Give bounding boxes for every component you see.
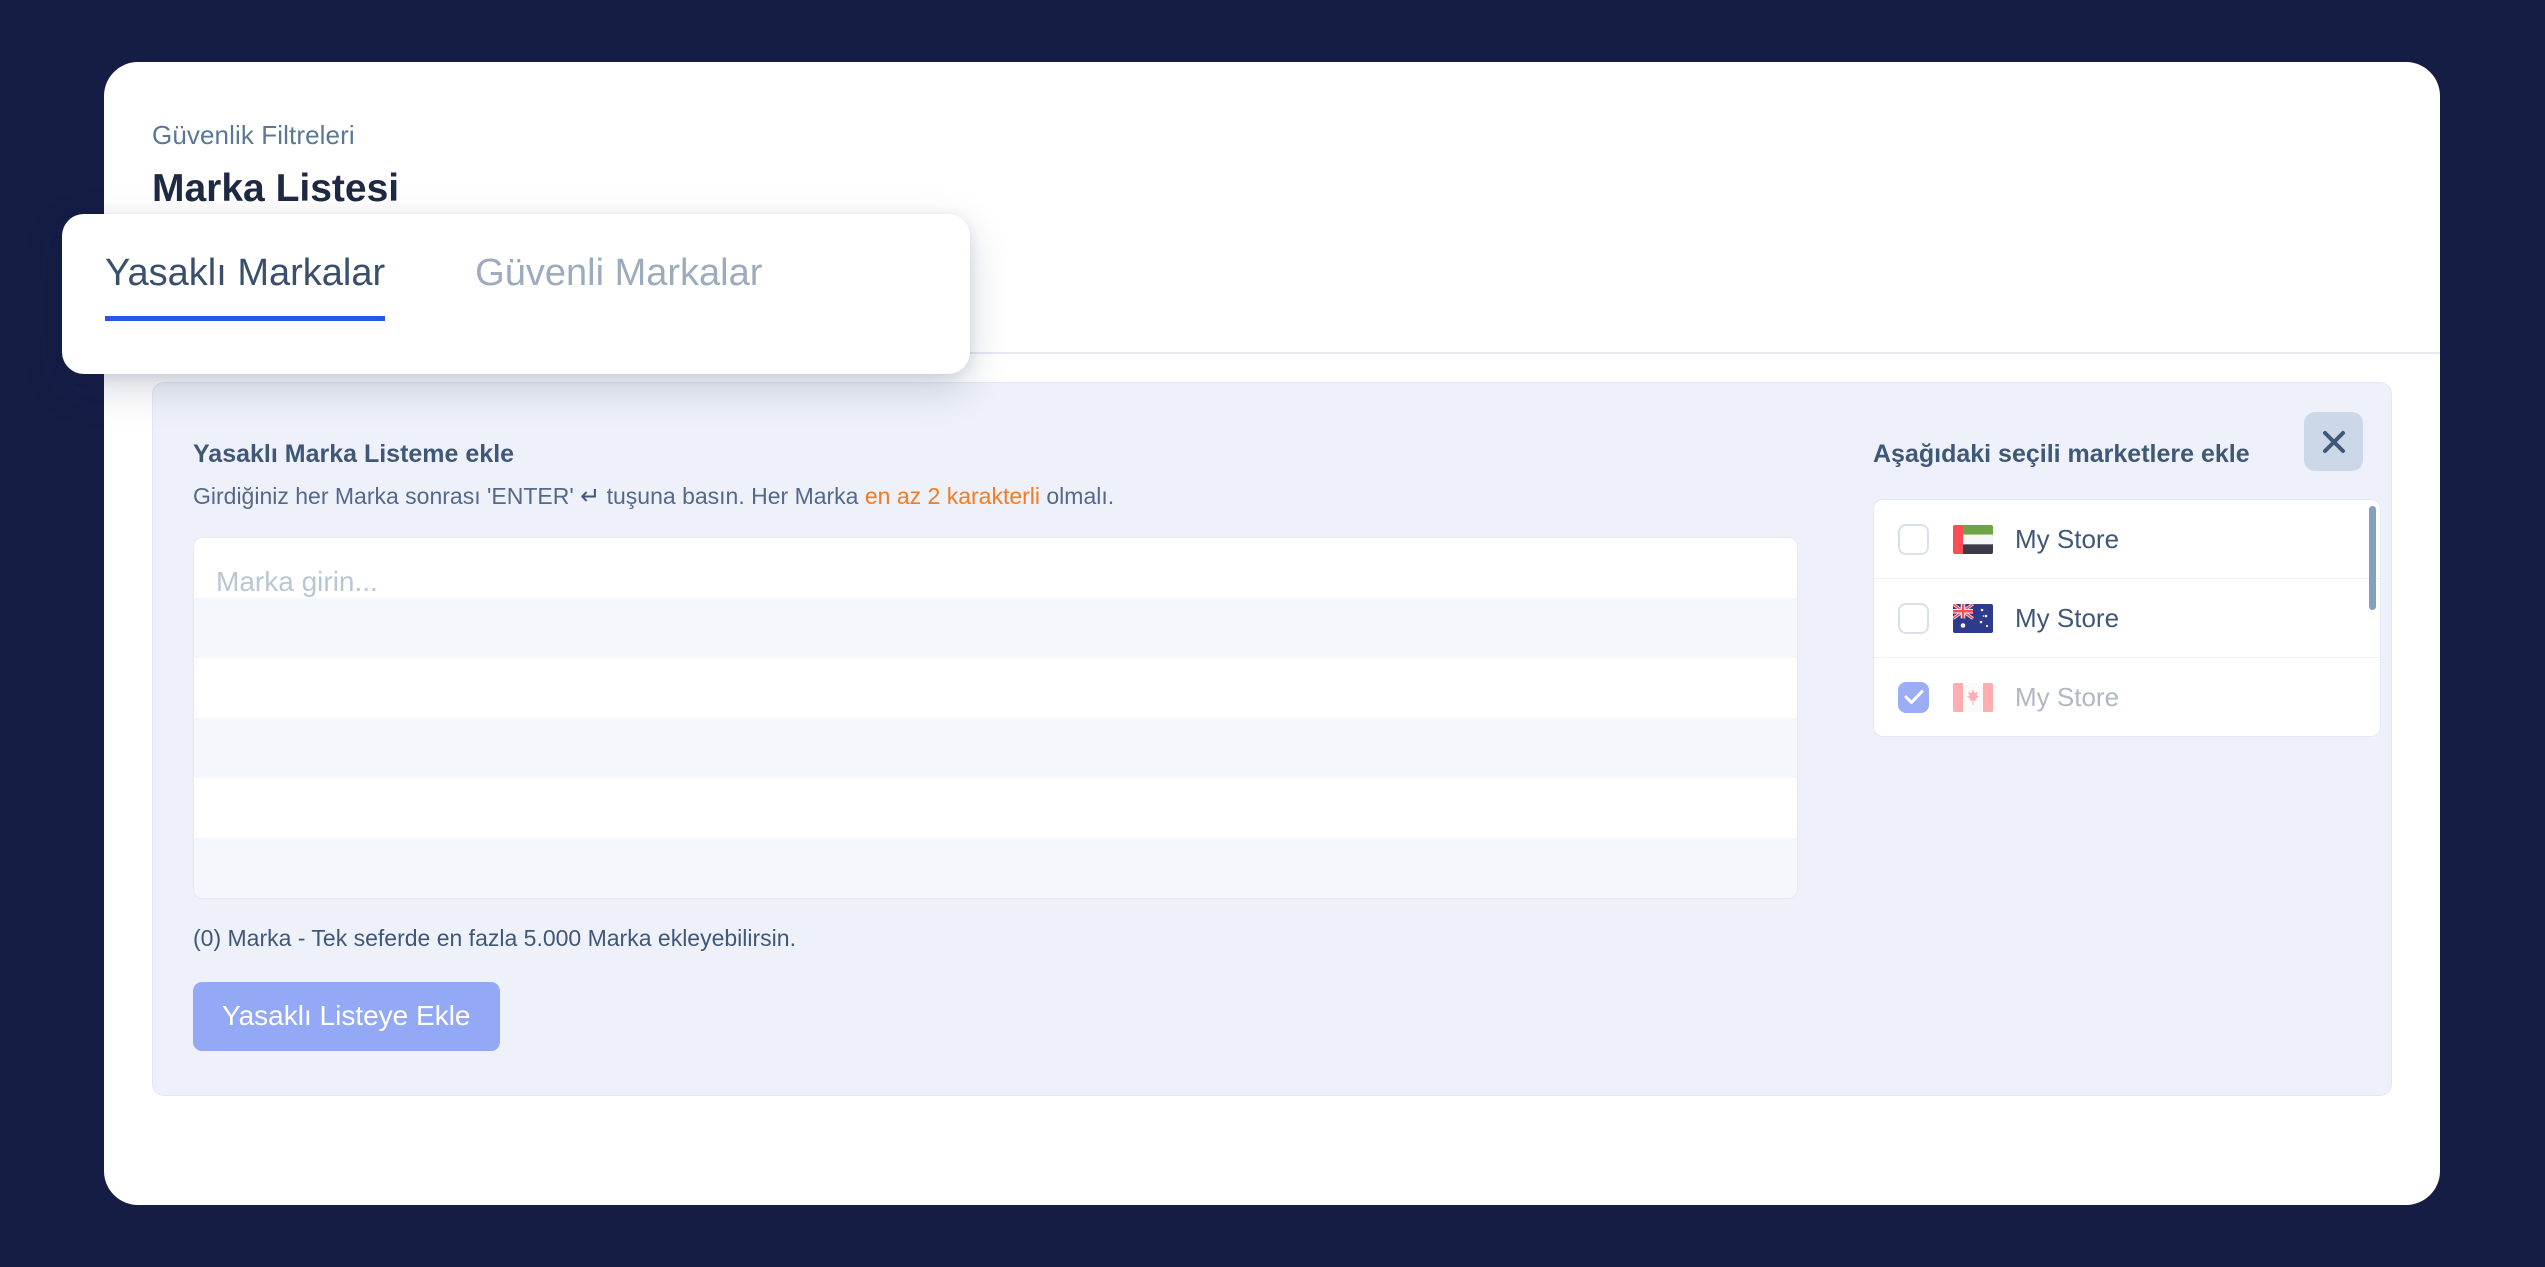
desc-middle: tuşuna basın. Her Marka (606, 483, 859, 509)
tab-list: Yasaklı Markalar Güvenli Markalar (62, 214, 762, 321)
close-button[interactable] (2304, 412, 2363, 471)
store-name: My Store (2015, 523, 2120, 554)
stores-column: Aşağıdaki seçili marketlere ekle My Stor… (1823, 439, 2381, 1095)
store-checkbox[interactable] (1898, 681, 1929, 713)
panel-body: Yasaklı Marka Listeme ekle Girdiğiniz he… (153, 383, 2391, 1095)
flag-icon-au (1953, 603, 1993, 633)
store-list-item[interactable]: My Store (1874, 658, 2380, 736)
page-title: Marka Listesi (152, 167, 400, 211)
section-title: Yasaklı Marka Listeme ekle (193, 440, 515, 468)
tab-yasakli-markalar[interactable]: Yasaklı Markalar (105, 252, 386, 321)
store-list-scrollbar-thumb[interactable] (2369, 506, 2376, 610)
store-list[interactable]: My Store My Store My Store (1873, 499, 2381, 737)
enter-key-icon: ↵ (580, 483, 601, 510)
tab-card: Yasaklı Markalar Güvenli Markalar (62, 214, 970, 374)
store-checkbox[interactable] (1898, 523, 1929, 555)
store-checkbox[interactable] (1898, 602, 1929, 634)
brand-counter-text: (0) Marka - Tek seferde en fazla 5.000 M… (193, 925, 796, 952)
section-description: Girdiğiniz her Marka sonrası 'ENTER' ↵ t… (193, 481, 1823, 512)
brand-entry-column: Yasaklı Marka Listeme ekle Girdiğiniz he… (193, 439, 1823, 1095)
store-name: My Store (2015, 602, 2120, 633)
flag-icon-ca (1953, 682, 1993, 712)
store-name: My Store (2015, 681, 2120, 712)
desc-before: Girdiğiniz her Marka sonrası 'ENTER' (193, 483, 574, 509)
store-list-item[interactable]: My Store (1874, 579, 2380, 658)
store-list-scrollbar-track[interactable] (2369, 503, 2378, 735)
store-list-item[interactable]: My Store (1874, 500, 2380, 579)
flag-icon-ae (1953, 524, 1993, 554)
check-icon (1904, 690, 1923, 704)
left-edge-decoration (0, 196, 60, 426)
close-icon (2322, 430, 2345, 453)
desc-highlight: en az 2 karakterli (864, 483, 1040, 509)
desc-after: olmalı. (1046, 483, 1115, 509)
breadcrumb: Güvenlik Filtreleri (152, 120, 355, 150)
brand-input-container (193, 537, 1798, 900)
content-panel: Yasaklı Marka Listeme ekle Girdiğiniz he… (152, 382, 2392, 1096)
add-to-blocklist-button[interactable]: Yasaklı Listeye Ekle (193, 982, 500, 1051)
card-header: Güvenlik Filtreleri Marka Listesi (104, 62, 2440, 213)
brand-input[interactable] (194, 538, 1797, 899)
tab-guvenli-markalar[interactable]: Güvenli Markalar (475, 252, 762, 321)
